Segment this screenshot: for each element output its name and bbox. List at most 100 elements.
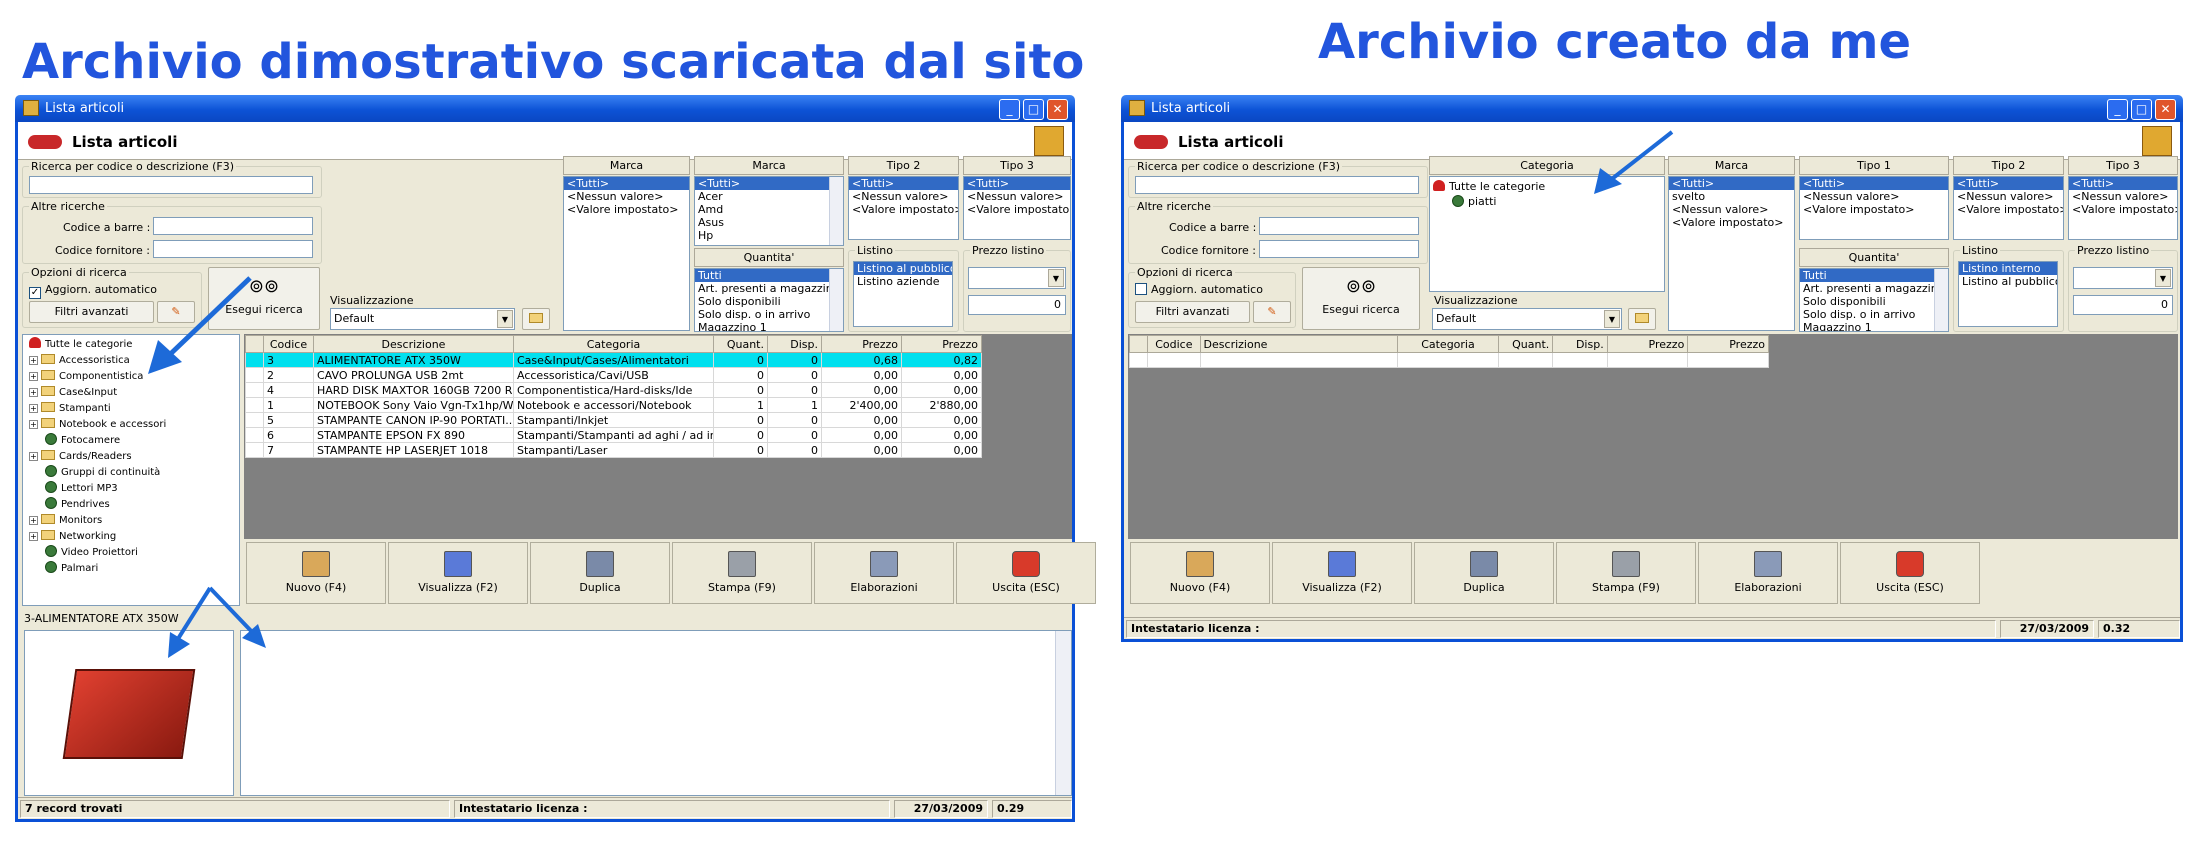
list-item[interactable]: <Tutti>	[849, 177, 958, 190]
advanced-filters-button[interactable]: Filtri avanzati	[1135, 301, 1250, 323]
view-select[interactable]: Default ▼	[330, 308, 515, 330]
tipo1-header[interactable]: Tipo 1	[1799, 156, 1949, 175]
advanced-filters-button[interactable]: Filtri avanzati	[29, 301, 154, 323]
tree-item[interactable]: + Notebook e accessori	[29, 417, 166, 432]
view-folder-button[interactable]	[1628, 308, 1656, 330]
table-cell[interactable]: 2'400,00	[821, 397, 902, 413]
scrollbar[interactable]	[829, 269, 843, 331]
list-item[interactable]: Listino interno	[1959, 262, 2057, 275]
notes-panel[interactable]	[240, 630, 1072, 796]
list-item[interactable]: Magazzino 1	[1800, 321, 1948, 331]
marca-list[interactable]: <Tutti> svelto <Nessun valore> <Valore i…	[1668, 176, 1795, 331]
list-item[interactable]: Art. presenti a magazzino	[1800, 282, 1948, 295]
list-item[interactable]: svelto	[1669, 190, 1794, 203]
tree-item[interactable]: + Networking	[29, 529, 116, 544]
list-item[interactable]: <Tutti>	[1954, 177, 2063, 190]
toolbar-button-duplicate[interactable]: Duplica	[530, 542, 670, 604]
tipo3-list[interactable]: <Tutti> <Nessun valore> <Valore impostat…	[2068, 176, 2178, 240]
tree-item[interactable]: Video Proiettori	[45, 545, 138, 560]
table-cell[interactable]: 6	[263, 427, 314, 443]
toolbar-button-new-grid[interactable]: Nuovo (F4)	[1130, 542, 1270, 604]
execute-search-button[interactable]: ⊚⊚ Esegui ricerca	[1302, 267, 1420, 330]
list-item[interactable]: Art. presenti a magazzino	[695, 282, 843, 295]
list-item[interactable]: Asus	[695, 216, 843, 229]
table-cell[interactable]	[245, 397, 264, 413]
marca2-list[interactable]: <Tutti> Acer Amd Asus Hp	[694, 176, 844, 246]
tipo3-header[interactable]: Tipo 3	[963, 156, 1071, 175]
table-cell[interactable]: 0	[713, 367, 768, 383]
table-cell[interactable]	[245, 382, 264, 398]
table-cell[interactable]: CAVO PROLUNGA USB 2mt	[313, 367, 514, 383]
marca2-header[interactable]: Marca	[694, 156, 844, 175]
listino-list[interactable]: Listino interno Listino al pubblico	[1958, 261, 2058, 327]
list-item[interactable]: <Tutti>	[2069, 177, 2177, 190]
list-item[interactable]: <Valore impostato>	[1669, 216, 1794, 229]
search-input[interactable]	[1135, 176, 1419, 194]
table-cell[interactable]: Case&Input/Cases/Alimentatori	[513, 352, 714, 368]
prezzo-input[interactable]: 0	[968, 295, 1066, 315]
tree-item[interactable]: Lettori MP3	[45, 481, 118, 496]
table-cell[interactable]: 0,00	[901, 427, 982, 443]
table-cell[interactable]: 0,00	[901, 412, 982, 428]
column-header[interactable]: Prezzo	[1687, 335, 1769, 353]
tree-item[interactable]: + Accessoristica	[29, 353, 130, 368]
list-item[interactable]: <Nessun valore>	[2069, 190, 2177, 203]
barcode-input[interactable]	[1259, 217, 1419, 235]
view-folder-button[interactable]	[522, 308, 550, 330]
search-input[interactable]	[29, 176, 313, 194]
marca1-header[interactable]: Marca	[563, 156, 690, 175]
table-cell[interactable]: 0	[713, 382, 768, 398]
table-cell[interactable]: 0,00	[821, 382, 902, 398]
tree-item[interactable]: + Componentistica	[29, 369, 143, 384]
minimize-button[interactable]: _	[999, 99, 1020, 120]
list-item[interactable]: <Tutti>	[964, 177, 1070, 190]
maximize-button[interactable]: □	[1023, 99, 1044, 120]
table-cell[interactable]: Stampanti/Inkjet	[513, 412, 714, 428]
view-select[interactable]: Default ▼	[1432, 308, 1622, 330]
table-cell[interactable]: 0	[713, 352, 768, 368]
table-cell[interactable]: 0	[713, 427, 768, 443]
list-item[interactable]: <Tutti>	[695, 177, 843, 190]
table-cell[interactable]: 0,82	[901, 352, 982, 368]
column-header[interactable]: Prezzo	[1606, 335, 1689, 353]
toolbar-button-exit[interactable]: Uscita (ESC)	[1840, 542, 1980, 604]
table-cell[interactable]: 1	[713, 397, 768, 413]
table-cell[interactable]: NOTEBOOK Sony Vaio Vgn-Tx1hp/W	[313, 397, 514, 413]
table-cell[interactable]: 0	[767, 412, 822, 428]
list-item[interactable]: <Nessun valore>	[1954, 190, 2063, 203]
column-header[interactable]: Prezzo	[821, 335, 902, 353]
table-cell[interactable]: 0,00	[901, 382, 982, 398]
table-cell[interactable]: 0,00	[821, 412, 902, 428]
table-cell[interactable]: 0	[767, 352, 822, 368]
table-row[interactable]: 4 HARD DISK MAXTOR 160GB 7200 R... Compone…	[245, 382, 982, 398]
quantita-header[interactable]: Quantita'	[694, 248, 844, 267]
table-row[interactable]: 5 STAMPANTE CANON IP-90 PORTATI... Stampan…	[245, 412, 982, 428]
list-item[interactable]: Tutti	[695, 269, 843, 282]
table-cell[interactable]: Stampanti/Stampanti ad aghi / ad impa...	[513, 427, 714, 443]
list-item[interactable]: Solo disp. o in arrivo	[1800, 308, 1948, 321]
tipo3-list[interactable]: <Tutti> <Nessun valore> <Valore impostat…	[963, 176, 1071, 240]
tipo3-header[interactable]: Tipo 3	[2068, 156, 2178, 175]
maximize-button[interactable]: □	[2131, 99, 2152, 120]
tree-item[interactable]: Pendrives	[45, 497, 110, 512]
list-item[interactable]: <Tutti>	[1800, 177, 1948, 190]
articles-table[interactable]: Codice Descrizione Categoria Quant. Disp…	[245, 335, 982, 458]
tree-item[interactable]: + Cards/Readers	[29, 449, 132, 464]
expand-icon[interactable]: +	[29, 516, 38, 525]
tipo2-list[interactable]: <Tutti> <Nessun valore> <Valore impostat…	[848, 176, 959, 240]
list-item[interactable]: Tutti	[1800, 269, 1948, 282]
toolbar-button-view-grid[interactable]: Visualizza (F2)	[388, 542, 528, 604]
tipo2-header[interactable]: Tipo 2	[1953, 156, 2064, 175]
list-item[interactable]: <Tutti>	[564, 177, 689, 190]
list-item[interactable]: Solo disp. o in arrivo	[695, 308, 843, 321]
list-item[interactable]: Listino aziende	[854, 275, 952, 288]
expand-icon[interactable]: +	[29, 532, 38, 541]
table-cell[interactable]: STAMPANTE HP LASERJET 1018	[313, 442, 514, 458]
column-header[interactable]: Quant.	[713, 335, 768, 353]
table-cell[interactable]: 0	[767, 382, 822, 398]
list-item[interactable]: Amd	[695, 203, 843, 216]
list-item[interactable]: <Valore impostato>	[1954, 203, 2063, 216]
table-cell[interactable]: 0	[767, 427, 822, 443]
list-item[interactable]: Solo disponibili	[695, 295, 843, 308]
table-cell[interactable]: 5	[263, 412, 314, 428]
